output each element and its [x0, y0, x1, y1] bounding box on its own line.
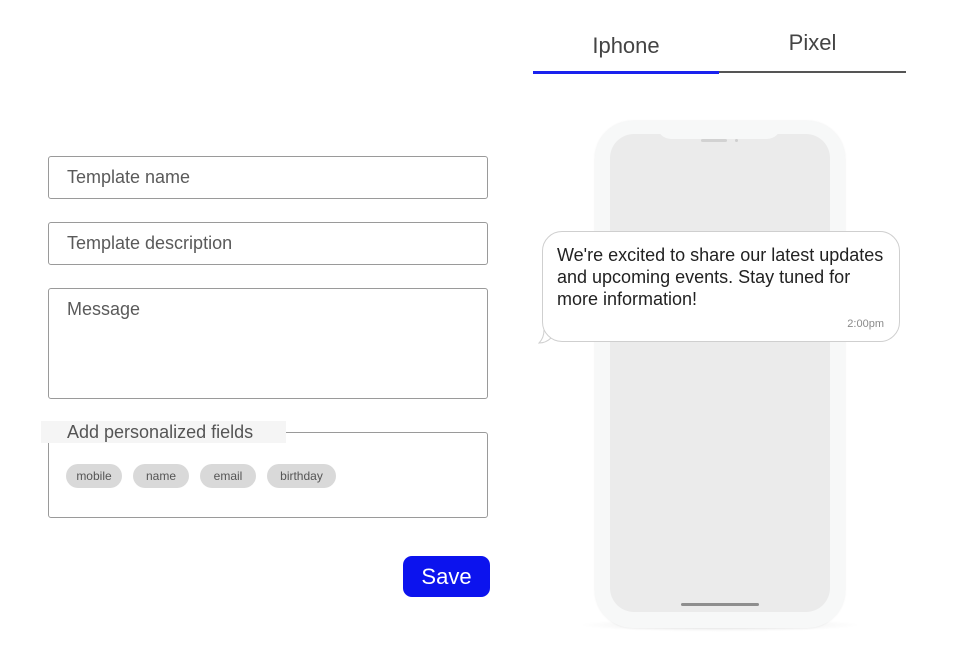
- chip-mobile[interactable]: mobile: [66, 464, 122, 488]
- tab-iphone[interactable]: Iphone: [533, 26, 719, 72]
- device-tabs: Iphone Pixel: [533, 26, 906, 74]
- template-name-input[interactable]: [48, 156, 488, 199]
- chip-email[interactable]: email: [200, 464, 256, 488]
- phone-frame: [595, 121, 845, 628]
- home-indicator: [681, 603, 759, 606]
- phone-notch: [657, 121, 781, 139]
- message-bubble: We're excited to share our latest update…: [542, 231, 900, 342]
- personalized-field-chips: mobile name email birthday: [66, 464, 336, 488]
- message-preview-text: We're excited to share our latest update…: [557, 245, 884, 309]
- tab-pixel[interactable]: Pixel: [719, 26, 906, 72]
- phone-screen: [610, 134, 830, 612]
- save-button[interactable]: Save: [403, 556, 490, 597]
- message-time: 2:00pm: [847, 318, 884, 330]
- tab-active-indicator: [533, 71, 719, 74]
- chip-birthday[interactable]: birthday: [267, 464, 336, 488]
- tab-underline: [719, 71, 906, 73]
- camera-icon: [735, 139, 738, 142]
- message-textarea[interactable]: [48, 288, 488, 399]
- speaker-icon: [701, 139, 727, 142]
- template-description-input[interactable]: [48, 222, 488, 265]
- personalized-fields-legend: Add personalized fields: [41, 421, 286, 443]
- chip-name[interactable]: name: [133, 464, 189, 488]
